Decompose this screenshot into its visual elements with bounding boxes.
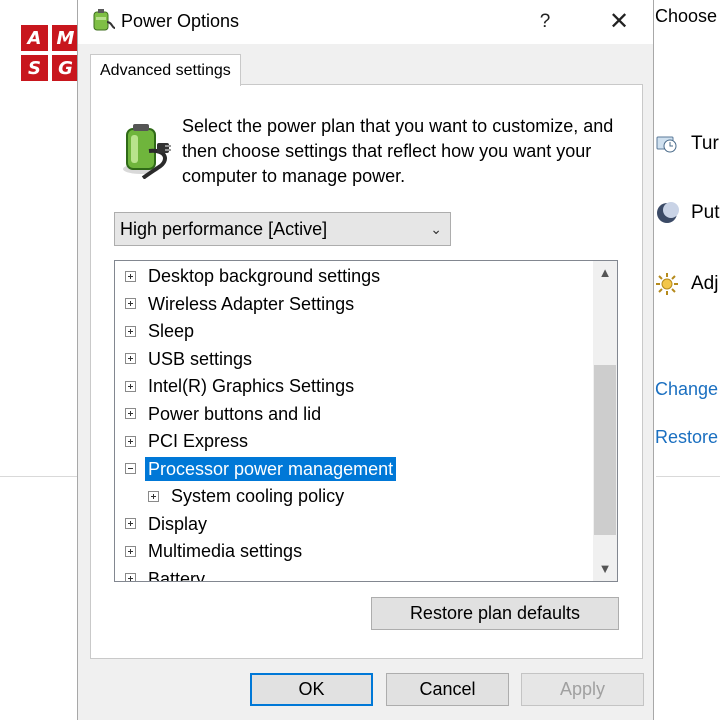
help-button[interactable]: ? (526, 4, 564, 40)
power-plan-select[interactable]: High performance [Active] ⌄ (114, 212, 451, 246)
advanced-settings-panel: Select the power plan that you want to c… (90, 84, 643, 659)
tree-item-label: System cooling policy (171, 486, 345, 506)
tree-item-label: Intel(R) Graphics Settings (148, 376, 355, 396)
background-window-title: Choose (655, 6, 718, 26)
power-plan-select-value: High performance [Active] (120, 219, 328, 239)
logo-letter: G (52, 55, 79, 81)
amsg-logo: A M S G (21, 25, 81, 83)
scrollbar-thumb[interactable] (594, 365, 616, 535)
expand-plus-icon[interactable] (125, 545, 136, 557)
cancel-button[interactable]: Cancel (386, 673, 509, 706)
background-row-label: Turr (691, 133, 720, 154)
logo-letter: A (21, 25, 48, 51)
expand-plus-icon[interactable] (125, 353, 136, 364)
ok-button[interactable]: OK (250, 673, 373, 706)
tree-item-label: Desktop background settings (148, 266, 381, 286)
tree-item[interactable]: Desktop background settings (125, 263, 383, 289)
tree-item-label: Battery (148, 568, 206, 582)
expand-plus-icon[interactable] (125, 573, 136, 581)
chevron-down-icon: ⌄ (430, 221, 442, 237)
tree-scrollbar[interactable]: ▲ ▼ (593, 261, 617, 581)
tree-item[interactable]: Wireless Adapter Settings (125, 291, 357, 317)
restore-plan-defaults-button[interactable]: Restore plan defaults (371, 597, 619, 630)
tree-item[interactable]: Sleep (125, 318, 197, 344)
tree-item-label: PCI Express (148, 431, 249, 451)
title-bar[interactable]: Power Options ? ✕ (78, 0, 653, 44)
tree-item[interactable]: USB settings (125, 346, 255, 372)
tree-item-label: Wireless Adapter Settings (148, 293, 355, 314)
tree-item-label: Processor power management (145, 456, 397, 481)
tree-item[interactable]: Intel(R) Graphics Settings (125, 373, 357, 399)
brightness-icon (655, 272, 679, 296)
tab-advanced-settings[interactable]: Advanced settings (90, 54, 241, 86)
moon-icon (655, 201, 679, 225)
expand-plus-icon[interactable] (125, 325, 136, 337)
intro-text: Select the power plan that you want to c… (182, 116, 614, 186)
battery-plug-icon (119, 121, 173, 180)
tree-item-label: Sleep (148, 321, 195, 341)
tree-item-label: USB settings (148, 348, 253, 369)
tree-item[interactable]: Multimedia settings (125, 538, 305, 564)
logo-letter: S (21, 55, 48, 81)
expand-plus-icon[interactable] (125, 518, 136, 529)
background-row-label: Adj (691, 273, 719, 294)
expand-plus-icon[interactable] (125, 408, 136, 419)
tree-item-label: Display (148, 513, 208, 534)
tree-item[interactable]: Processor power management (125, 456, 397, 482)
expand-plus-icon[interactable] (125, 270, 136, 282)
background-row-put-to-sleep[interactable]: Put (655, 199, 720, 227)
scroll-up-arrow-icon[interactable]: ▲ (593, 261, 617, 285)
apply-button[interactable]: Apply (521, 673, 644, 706)
power-options-dialog: Power Options ? ✕ Advanced settings Sele… (77, 0, 654, 720)
expand-plus-icon[interactable] (125, 435, 136, 447)
background-row-adjust-brightness[interactable]: Adj (655, 270, 718, 298)
monitor-clock-icon (655, 132, 679, 156)
settings-tree[interactable]: Desktop background settings Wireless Adap… (114, 260, 618, 582)
tree-item-label: Power buttons and lid (148, 403, 322, 424)
expand-plus-icon[interactable] (148, 490, 159, 502)
background-link-restore[interactable]: Restore (655, 427, 718, 448)
background-link-change[interactable]: Change (655, 379, 718, 400)
close-button[interactable]: ✕ (598, 4, 640, 40)
collapse-minus-icon[interactable] (125, 463, 136, 474)
divider (0, 476, 78, 477)
logo-letter: M (52, 25, 79, 51)
tree-item[interactable]: System cooling policy (148, 483, 347, 509)
expand-plus-icon[interactable] (125, 380, 136, 392)
tree-item[interactable]: Display (125, 511, 210, 537)
background-row-label: Put (691, 202, 720, 223)
divider (656, 476, 720, 477)
tree-item[interactable]: Battery (125, 566, 208, 582)
scroll-down-arrow-icon[interactable]: ▼ (593, 557, 617, 581)
dialog-title: Power Options (121, 11, 240, 31)
tree-item[interactable]: Power buttons and lid (125, 401, 324, 427)
background-row-turn-off-display[interactable]: Turr (655, 130, 720, 158)
tree-item-label: Multimedia settings (148, 541, 303, 561)
expand-plus-icon[interactable] (125, 298, 136, 309)
power-options-icon (90, 8, 116, 34)
tree-item[interactable]: PCI Express (125, 428, 251, 454)
